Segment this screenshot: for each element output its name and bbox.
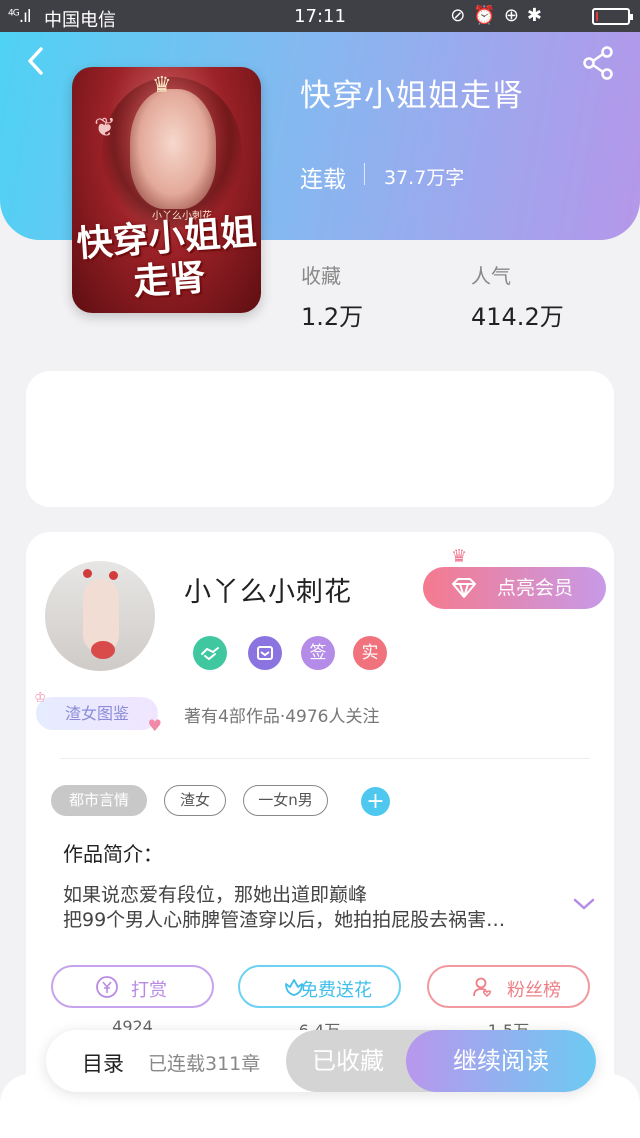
butterfly-icon: ❦ [94,113,116,143]
vip-button-label: 点亮会员 [497,577,574,599]
vibrate-icon: ⊘ [450,5,474,26]
signed-badge-icon[interactable]: 签 [301,636,335,670]
crown-icon: ♛ [451,546,468,567]
send-flower-button[interactable]: 免费送花 [238,965,401,1008]
book-cover[interactable]: ♛ ❦ 小丫么小刺花 快穿小姐姐走肾 [72,67,261,313]
chapter-count[interactable]: 已连载311章 [148,1049,260,1076]
tag[interactable]: 一女n男 [243,785,328,816]
chevron-left-icon [28,47,43,75]
alarm-icon: ⏰ [473,5,504,26]
handshake-badge-icon[interactable] [193,636,227,670]
author-name[interactable]: 小丫么小刺花 [184,570,352,609]
avatar-image-dot [83,569,92,578]
intro-text-line: 如果说恋爱有段位，那她出道即巅峰 [63,884,368,906]
crown-icon: ♔ [34,690,47,706]
back-button[interactable] [22,46,52,76]
tag-genre[interactable]: 都市言情 [51,785,147,816]
fans-rank-button[interactable]: 粉丝榜 [427,965,590,1008]
status-icons: ⊘⏰⊕✱ [450,5,550,26]
user-heart-icon [473,977,492,998]
vip-button[interactable]: 点亮会员 [423,567,606,609]
divider [364,163,365,185]
fan-badge[interactable]: ♔ 渣女图鉴 ♥ [34,691,162,734]
book-word-count: 37.7万字 [384,167,465,189]
intro-title: 作品简介： [63,842,163,866]
bottom-action-bar: 目录 已连载311章 已收藏 继续阅读 [46,1030,596,1092]
book-title: 快穿小姐姐走肾 [300,78,524,114]
divider [60,758,590,759]
continue-reading-button[interactable]: 继续阅读 [406,1030,596,1092]
heart-icon: ♥ [147,716,162,735]
battery-level [596,12,598,21]
diamond-icon [452,578,476,598]
favorites-value: 1.2万 [301,303,364,331]
handshake-icon [201,647,219,661]
intro-text-line: 把99个男人心肺脾管渣穿以后，她拍拍屁股去祸害… [63,909,506,931]
chevron-down-icon [573,898,595,910]
yen-coin-icon [96,976,118,998]
verified-badge-icon[interactable]: 实 [353,636,387,670]
crown-icon: ♛ [152,73,172,98]
status-bar: 4G.ıl 中国电信 17:11 ⊘⏰⊕✱ [0,0,640,32]
favorites-label: 收藏 [301,264,341,288]
calendar-badge-icon[interactable] [248,636,282,670]
popularity-label: 人气 [471,264,511,288]
author-info: 著有4部作品·4976人关注 [184,707,380,727]
lock-icon: ⊕ [503,5,527,26]
fan-badge-label: 渣女图鉴 [64,704,129,723]
calendar-icon [257,646,273,660]
add-tag-button[interactable]: + [361,787,390,816]
book-status: 连载 [300,167,346,193]
ad-placeholder-card [26,371,614,507]
toc-button[interactable]: 目录 [82,1048,124,1078]
fans-rank-button-label: 粉丝榜 [507,980,561,1001]
cover-illustration-face [130,89,216,209]
avatar-image-dot [109,571,118,580]
bluetooth-icon: ✱ [526,5,550,26]
send-flower-button-label: 免费送花 [300,980,372,1001]
avatar-image-flower [91,641,115,659]
cover-title: 快穿小姐姐走肾 [75,210,258,304]
expand-button[interactable] [572,896,596,912]
share-icon [583,46,613,80]
popularity-value: 414.2万 [471,303,564,331]
tip-button[interactable]: 打赏 [51,965,214,1008]
share-button[interactable] [582,46,616,80]
avatar[interactable] [45,561,155,671]
tag[interactable]: 渣女 [164,785,226,816]
tip-button-label: 打赏 [131,980,167,1001]
battery-icon [592,8,633,25]
